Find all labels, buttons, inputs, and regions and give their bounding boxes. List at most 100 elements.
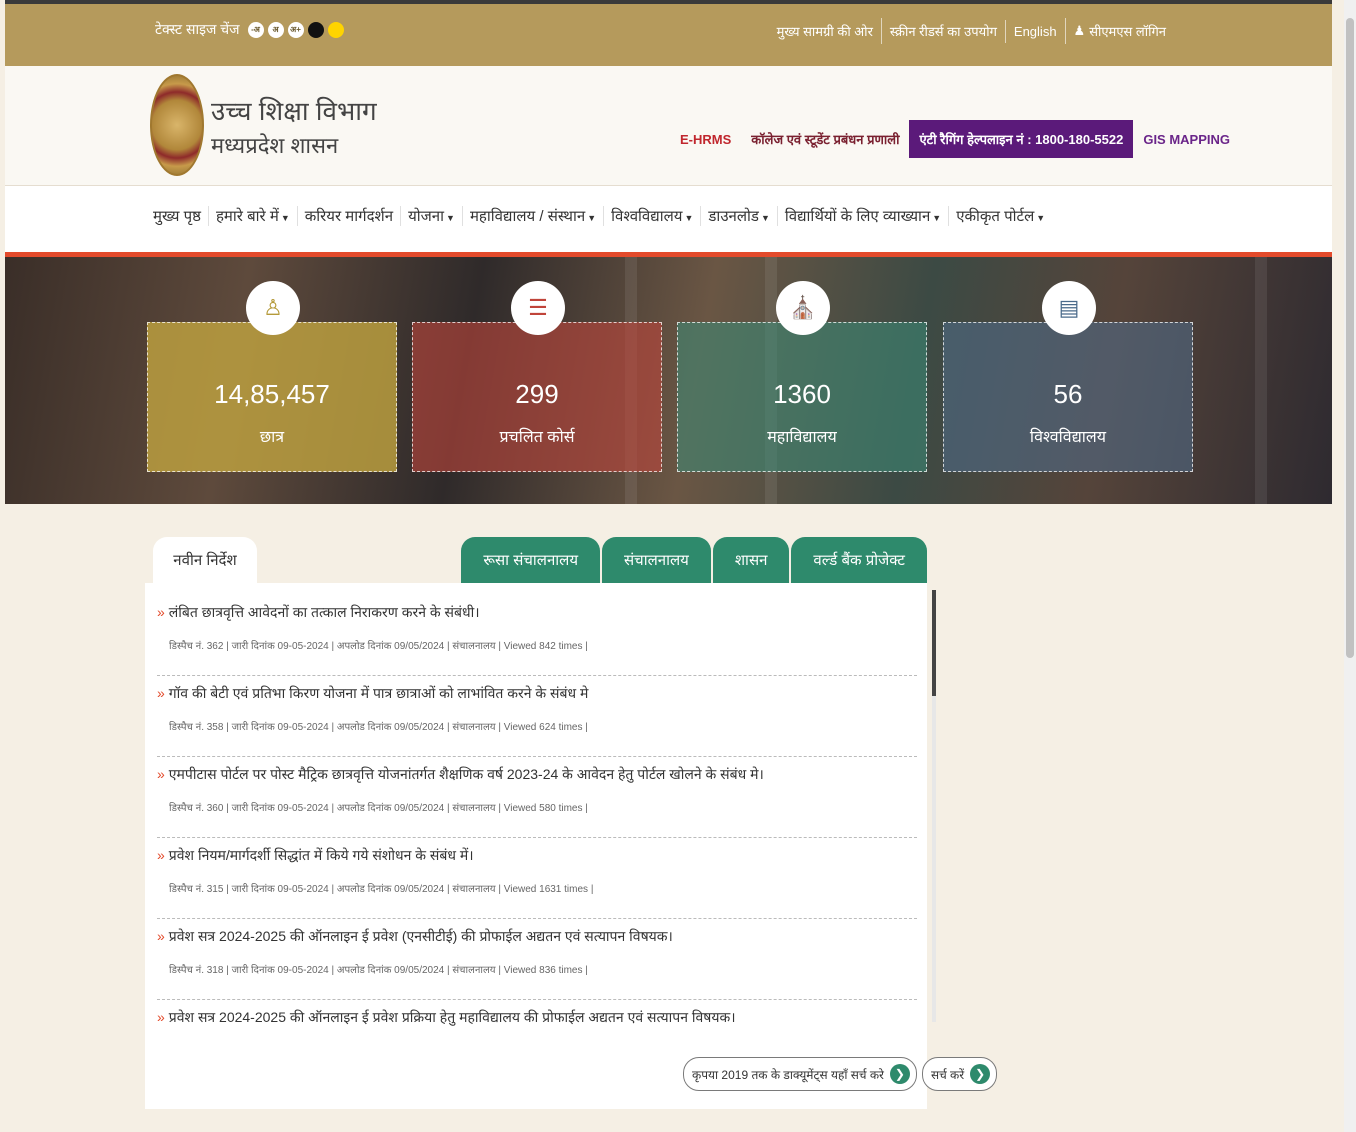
text-size-label: टेक्स्ट साइज चेंज: [155, 21, 240, 37]
double-arrow-icon: »: [157, 1009, 165, 1025]
notice-title-link[interactable]: » एमपीटास पोर्टल पर पोस्ट मैट्रिक छात्रवृ…: [157, 765, 917, 784]
tab-new-instructions[interactable]: नवीन निर्देश: [153, 537, 257, 583]
hero-stats-banner: ♙ 14,85,457 छात्र ☰ 299 प्रचलित कोर्स ⛪ …: [5, 252, 1332, 504]
text-size-controls: टेक्स्ट साइज चेंज -अ अ अ+: [155, 20, 344, 39]
nav-item-label: विद्यार्थियों के लिए व्याख्यान: [784, 208, 931, 225]
dark-theme-button[interactable]: [307, 21, 324, 38]
stat-value: 1360: [773, 379, 831, 409]
search-button[interactable]: सर्च करें ❯: [921, 1057, 998, 1091]
notice-title-text: प्रवेश सत्र 2024-2025 की ऑनलाइन ई प्रवेश…: [168, 928, 673, 944]
notice-meta: डिस्पैच नं. 318 | जारी दिनांक 09-05-2024…: [169, 965, 588, 976]
nav-item-label: विश्वविद्यालय: [611, 208, 683, 225]
college-icon: ⛪: [776, 281, 830, 335]
nav-item-label: डाउनलोड: [708, 208, 759, 225]
notices-tabs: नवीन निर्देश रूसा संचालनालय संचालनालय शा…: [145, 537, 927, 583]
stat-value: 14,85,457: [214, 379, 330, 409]
nav-item-label: हमारे बारे में: [215, 208, 279, 225]
caret-down-icon: ▼: [587, 213, 597, 223]
student-icon: ♙: [246, 281, 300, 335]
caret-down-icon: ▼: [932, 213, 942, 223]
college-management-link[interactable]: कॉलेज एवं स्टूडेंट प्रबंधन प्रणाली: [741, 130, 909, 148]
nav-item[interactable]: एकीकृत पोर्टल ▼: [948, 206, 1052, 226]
nav-item[interactable]: डाउनलोड ▼: [700, 206, 776, 226]
stat-universities: ▤ 56 विश्वविद्यालय: [943, 281, 1193, 472]
notice-title-link[interactable]: » प्रवेश नियम/मार्गदर्शी सिद्धांत में किय…: [157, 846, 917, 865]
nav-item[interactable]: विश्वविद्यालय ▼: [603, 206, 700, 226]
cms-login-label: सीएमएस लॉगिन: [1089, 24, 1166, 39]
notices-panel: » लंबित छात्रवृत्ति आवेदनों का तत्काल निर…: [145, 583, 927, 1109]
stat-value: 299: [515, 379, 559, 409]
nav-item-label: योजना: [408, 208, 445, 225]
notice-title-link[interactable]: » प्रवेश सत्र 2024-2025 की ऑनलाइन ई प्रवे…: [157, 927, 917, 946]
caret-down-icon: ▼: [684, 213, 694, 223]
search-label: सर्च करें: [930, 1067, 965, 1082]
search-buttons: कृपया 2019 तक के डाक्यूमेंट्स यहाँ सर्च …: [683, 1057, 998, 1091]
double-arrow-icon: »: [157, 685, 165, 701]
notice-title-link[interactable]: » लंबित छात्रवृत्ति आवेदनों का तत्काल निर…: [157, 603, 917, 622]
nav-item-label: एकीकृत पोर्टल: [956, 208, 1035, 225]
notices-scrollbar[interactable]: [932, 590, 936, 1022]
notice-meta: डिस्पैच नं. 315 | जारी दिनांक 09-05-2024…: [169, 884, 594, 895]
site-subtitle: मध्यप्रदेश शासन: [211, 133, 339, 158]
site-title: उच्च शिक्षा विभाग: [211, 96, 377, 126]
nav-item[interactable]: महाविद्यालय / संस्थान ▼: [461, 206, 603, 226]
notice-meta: डिस्पैच नं. 362 | जारी दिनांक 09-05-2024…: [169, 641, 588, 652]
page-scrollbar[interactable]: [1344, 0, 1356, 1132]
nav-item[interactable]: करियर मार्गदर्शन: [296, 206, 400, 226]
cms-login-link[interactable]: ♟ सीएमएस लॉगिन: [1064, 18, 1174, 44]
notice-title-link[interactable]: » गॉव की बेटी एवं प्रतिभा किरण योजना में …: [157, 684, 917, 703]
yellow-theme-button[interactable]: [327, 21, 344, 38]
screen-reader-link[interactable]: स्क्रीन रीडर्स का उपयोग: [880, 18, 1005, 44]
nav-item[interactable]: योजना ▼: [400, 206, 462, 226]
tab-rusa-directorate[interactable]: रूसा संचालनालय: [461, 537, 601, 583]
tab-government[interactable]: शासन: [712, 537, 790, 583]
header-links: E-HRMS कॉलेज एवं स्टूडेंट प्रबंधन प्रणाल…: [670, 120, 1240, 158]
text-size-increase-button[interactable]: अ+: [287, 21, 304, 38]
skip-to-content-link[interactable]: मुख्य सामग्री की ओर: [769, 18, 881, 44]
tab-directorate[interactable]: संचालनालय: [602, 537, 711, 583]
ehrms-link[interactable]: E-HRMS: [670, 132, 741, 147]
double-arrow-icon: »: [157, 766, 165, 782]
tab-world-bank-project[interactable]: वर्ल्ड बैंक प्रोजेक्ट: [791, 537, 927, 583]
search-old-label: कृपया 2019 तक के डाक्यूमेंट्स यहाँ सर्च …: [692, 1067, 884, 1082]
nav-item-label: करियर मार्गदर्शन: [304, 208, 394, 225]
notice-item: » एमपीटास पोर्टल पर पोस्ट मैट्रिक छात्रवृ…: [157, 757, 917, 838]
university-icon: ▤: [1042, 281, 1096, 335]
double-arrow-icon: »: [157, 847, 165, 863]
notice-meta: डिस्पैच नं. 360 | जारी दिनांक 09-05-2024…: [169, 803, 588, 814]
nav-item-label: मुख्य पृष्ठ: [153, 208, 201, 225]
english-link[interactable]: English: [1004, 19, 1065, 43]
nav-item[interactable]: हमारे बारे में ▼: [207, 206, 297, 226]
site-brand[interactable]: उच्च शिक्षा विभाग मध्यप्रदेश शासन: [211, 92, 377, 160]
stat-label: प्रचलित कोर्स: [499, 429, 575, 446]
caret-down-icon: ▼: [760, 213, 770, 223]
notice-title-link[interactable]: » प्रवेश सत्र 2024-2025 की ऑनलाइन ई प्रवे…: [157, 1008, 917, 1027]
government-seal-logo[interactable]: [150, 74, 204, 176]
notice-title-text: प्रवेश सत्र 2024-2025 की ऑनलाइन ई प्रवेश…: [168, 1009, 736, 1025]
main-navigation: मुख्य पृष्ठ हमारे बारे में ▼ करियर मार्गदर्…: [5, 186, 1332, 252]
notice-title-text: लंबित छात्रवृत्ति आवेदनों का तत्काल निरा…: [168, 604, 480, 620]
search-old-documents-button[interactable]: कृपया 2019 तक के डाक्यूमेंट्स यहाँ सर्च …: [683, 1057, 917, 1091]
notice-item: » प्रवेश सत्र 2024-2025 की ऑनलाइन ई प्रवे…: [157, 919, 917, 1000]
stat-label: विश्वविद्यालय: [1029, 429, 1107, 446]
double-arrow-icon: »: [157, 928, 165, 944]
notice-title-text: प्रवेश नियम/मार्गदर्शी सिद्धांत में किये…: [168, 847, 474, 863]
anti-ragging-helpline[interactable]: एंटी रैगिंग हेल्पलाइन नं : 1800-180-5522: [909, 120, 1134, 158]
notices-list: » लंबित छात्रवृत्ति आवेदनों का तत्काल निर…: [157, 595, 917, 1081]
nav-item[interactable]: विद्यार्थियों के लिए व्याख्यान ▼: [776, 206, 948, 226]
top-utility-bar: टेक्स्ट साइज चेंज -अ अ अ+ मुख्य सामग्री …: [5, 0, 1332, 66]
nav-item[interactable]: मुख्य पृष्ठ: [153, 206, 208, 226]
notice-item: » लंबित छात्रवृत्ति आवेदनों का तत्काल निर…: [157, 595, 917, 676]
notice-meta: डिस्पैच नं. 358 | जारी दिनांक 09-05-2024…: [169, 722, 588, 733]
stat-label: महाविद्यालय: [767, 429, 837, 446]
gis-mapping-link[interactable]: GIS MAPPING: [1133, 132, 1240, 147]
caret-down-icon: ▼: [446, 213, 455, 223]
chevron-right-icon: ❯: [889, 1064, 910, 1084]
stat-colleges: ⛪ 1360 महाविद्यालय: [677, 281, 927, 472]
stat-courses: ☰ 299 प्रचलित कोर्स: [412, 281, 662, 472]
books-icon: ☰: [511, 281, 565, 335]
top-links: मुख्य सामग्री की ओर स्क्रीन रीडर्स का उप…: [769, 18, 1174, 44]
text-size-decrease-button[interactable]: -अ: [247, 21, 264, 38]
text-size-normal-button[interactable]: अ: [267, 21, 284, 38]
notice-item: » गॉव की बेटी एवं प्रतिभा किरण योजना में …: [157, 676, 917, 757]
